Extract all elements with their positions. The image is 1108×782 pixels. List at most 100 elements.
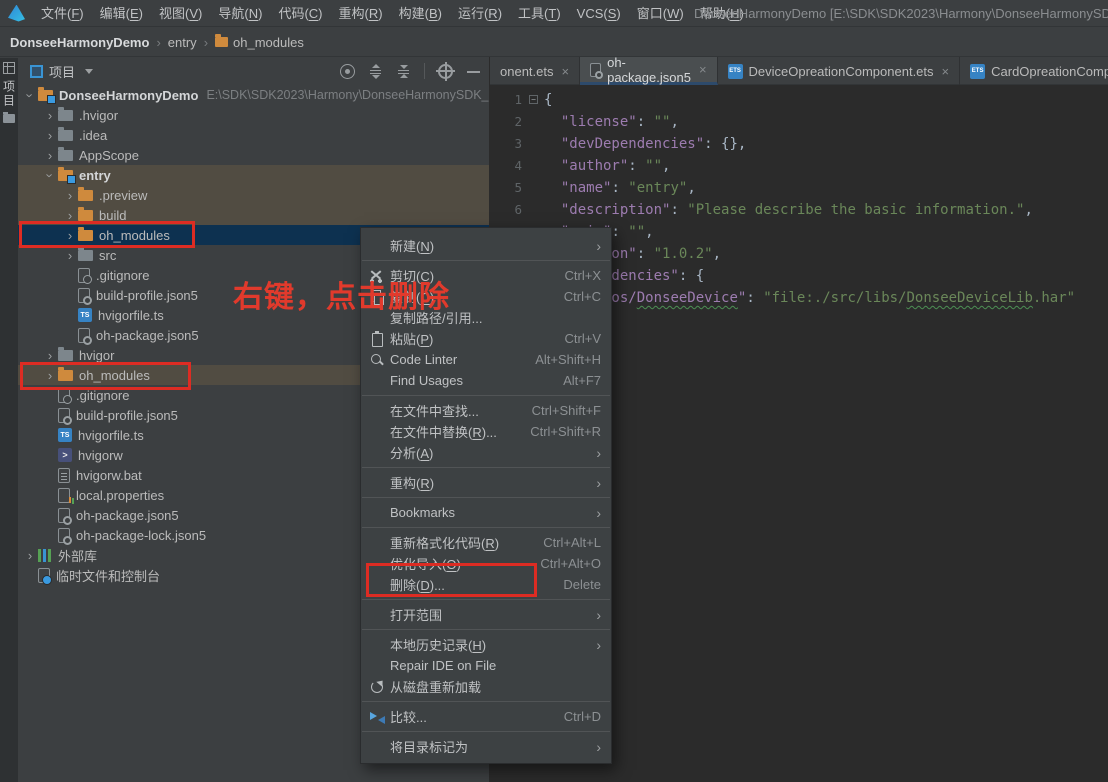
- file-json5-icon: [58, 508, 70, 523]
- tab-component-ets-partial[interactable]: onent.ets×: [490, 57, 580, 85]
- submenu-arrow-icon: ›: [596, 637, 601, 653]
- menu-item-delete[interactable]: 删除(D)...Delete: [361, 574, 611, 595]
- chevron-right-icon[interactable]: ›: [42, 148, 58, 163]
- tab-device-opreation-component-ets[interactable]: ETSDeviceOpreationComponent.ets×: [718, 57, 961, 85]
- project-panel-title[interactable]: 项目: [49, 62, 75, 81]
- code-line-5: 5"name": "entry",: [490, 177, 1108, 199]
- lint-icon: [369, 352, 386, 367]
- collapse-all-button[interactable]: [396, 64, 411, 79]
- tree-item-label: hvigorw: [78, 448, 123, 463]
- breadcrumb: DonseeHarmonyDemo›entry›oh_modules: [0, 28, 1108, 57]
- menu-item-find-in-files[interactable]: 在文件中查找...Ctrl+Shift+F: [361, 400, 611, 421]
- breadcrumb-item-0[interactable]: DonseeHarmonyDemo: [10, 35, 149, 50]
- tree-item-label: .idea: [79, 128, 107, 143]
- menu-item-replace-in-files[interactable]: 在文件中替换(R)...Ctrl+Shift+R: [361, 421, 611, 442]
- line-number: 5: [490, 177, 522, 199]
- fold-column: [522, 199, 544, 221]
- close-icon[interactable]: ×: [562, 64, 570, 79]
- menu-shortcut: Ctrl+C: [564, 289, 601, 304]
- menu-item-cut[interactable]: 剪切(C)Ctrl+X: [361, 265, 611, 286]
- submenu-arrow-icon: ›: [596, 607, 601, 623]
- fold-icon[interactable]: −: [529, 95, 538, 104]
- menu-item-label: Code Linter: [390, 352, 457, 367]
- chevron-right-icon[interactable]: ›: [42, 368, 58, 383]
- locate-file-button[interactable]: [340, 64, 355, 79]
- menubar-items: 文件(F)编辑(E)视图(V)导航(N)代码(C)重构(R)构建(B)运行(R)…: [33, 0, 752, 27]
- tree-row-build[interactable]: ›build: [18, 205, 489, 225]
- stripe-project-label[interactable]: 项目: [1, 80, 18, 108]
- menu-item-find-usages[interactable]: Find UsagesAlt+F7: [361, 370, 611, 391]
- menu-item-bookmarks[interactable]: Bookmarks›: [361, 502, 611, 523]
- menu-item-analyze[interactable]: 分析(A)›: [361, 442, 611, 463]
- gear-icon[interactable]: [438, 64, 453, 79]
- menubar-item-6[interactable]: 构建(B): [391, 0, 450, 27]
- menu-shortcut: Alt+F7: [563, 373, 601, 388]
- tree-row-DonseeHarmonyDemo[interactable]: ›DonseeHarmonyDemoE:\SDK\SDK2023\Harmony…: [18, 85, 489, 105]
- tree-row-entry[interactable]: ›entry: [18, 165, 489, 185]
- menu-item-local-history[interactable]: 本地历史记录(H)›: [361, 634, 611, 655]
- menu-item-refactor[interactable]: 重构(R)›: [361, 472, 611, 493]
- breadcrumb-item-1[interactable]: entry: [168, 35, 197, 50]
- chevron-right-icon[interactable]: ›: [22, 548, 38, 563]
- tree-item-label: 外部库: [58, 546, 97, 565]
- close-icon[interactable]: ×: [942, 64, 950, 79]
- menu-item-optimize-imports[interactable]: 优化导入(O)Ctrl+Alt+O: [361, 553, 611, 574]
- menu-shortcut: Ctrl+Shift+R: [530, 424, 601, 439]
- menubar-item-2[interactable]: 视图(V): [151, 0, 210, 27]
- chevron-right-icon[interactable]: ›: [42, 108, 58, 123]
- menu-item-reload-from-disk[interactable]: 从磁盘重新加载: [361, 676, 611, 697]
- menubar-item-0[interactable]: 文件(F): [33, 0, 92, 27]
- chevron-right-icon[interactable]: ›: [62, 208, 78, 223]
- chevron-right-icon[interactable]: ›: [62, 188, 78, 203]
- menu-item-copy-path-reference[interactable]: 复制路径/引用...: [361, 307, 611, 328]
- menu-item-reformat-code[interactable]: 重新格式化代码(R)Ctrl+Alt+L: [361, 532, 611, 553]
- chevron-right-icon[interactable]: ›: [62, 228, 78, 243]
- code-text: "description": "Please describe the basi…: [544, 199, 1033, 221]
- menubar-item-1[interactable]: 编辑(E): [92, 0, 151, 27]
- app-logo-icon[interactable]: [8, 5, 25, 22]
- menu-item-paste[interactable]: 粘贴(P)Ctrl+V: [361, 328, 611, 349]
- chevron-down-icon[interactable]: ›: [43, 167, 58, 183]
- menu-shortcut: Ctrl+D: [564, 709, 601, 724]
- hide-panel-button[interactable]: [466, 64, 481, 79]
- menu-separator: [362, 629, 610, 630]
- menu-item-copy[interactable]: 复制(C)Ctrl+C: [361, 286, 611, 307]
- menubar-item-8[interactable]: 工具(T): [510, 0, 569, 27]
- chevron-down-icon[interactable]: ›: [23, 87, 38, 103]
- submenu-arrow-icon: ›: [596, 238, 601, 254]
- menubar-item-3[interactable]: 导航(N): [210, 0, 270, 27]
- menu-item-open-in[interactable]: 打开范围›: [361, 604, 611, 625]
- submenu-arrow-icon: ›: [596, 445, 601, 461]
- tool-window-grid-icon[interactable]: [3, 62, 15, 74]
- chevron-right-icon[interactable]: ›: [62, 248, 78, 263]
- folder-orange-icon: [78, 210, 93, 221]
- menu-item-new[interactable]: 新建(N)›: [361, 235, 611, 256]
- menu-item-code-linter[interactable]: Code Linter Alt+Shift+H: [361, 349, 611, 370]
- stripe-folder-icon[interactable]: [3, 114, 15, 123]
- menubar-item-7[interactable]: 运行(R): [450, 0, 510, 27]
- tab-oh-package-json5[interactable]: oh-package.json5×: [580, 57, 717, 85]
- tree-row-AppScope[interactable]: ›AppScope: [18, 145, 489, 165]
- chevron-right-icon[interactable]: ›: [42, 348, 58, 363]
- expand-all-button[interactable]: [368, 64, 383, 79]
- menubar-item-9[interactable]: VCS(S): [569, 0, 629, 27]
- tree-item-label: hvigorfile.ts: [98, 308, 164, 323]
- chevron-down-icon[interactable]: [85, 69, 93, 74]
- file-ts-icon: TS: [58, 428, 72, 442]
- menubar-item-4[interactable]: 代码(C): [270, 0, 330, 27]
- menu-shortcut: Ctrl+Alt+O: [540, 556, 601, 571]
- menu-item-repair-ide[interactable]: Repair IDE on File: [361, 655, 611, 676]
- breadcrumb-item-2[interactable]: oh_modules: [233, 35, 304, 50]
- file-json5-icon: [58, 408, 70, 423]
- tree-row-.idea[interactable]: › .idea: [18, 125, 489, 145]
- tree-row-.preview[interactable]: ›.preview: [18, 185, 489, 205]
- close-icon[interactable]: ×: [699, 62, 707, 77]
- tree-row-.hvigor[interactable]: ›.hvigor: [18, 105, 489, 125]
- menu-item-compare[interactable]: 比较...Ctrl+D: [361, 706, 611, 727]
- menubar-item-10[interactable]: 窗口(W): [629, 0, 692, 27]
- menubar-item-5[interactable]: 重构(R): [331, 0, 391, 27]
- menu-item-mark-directory-as[interactable]: 将目录标记为›: [361, 736, 611, 757]
- chevron-right-icon[interactable]: ›: [42, 128, 58, 143]
- tab-card-opreation-comp[interactable]: ETSCardOpreationComp: [960, 57, 1108, 85]
- menu-shortcut: Alt+Shift+H: [535, 352, 601, 367]
